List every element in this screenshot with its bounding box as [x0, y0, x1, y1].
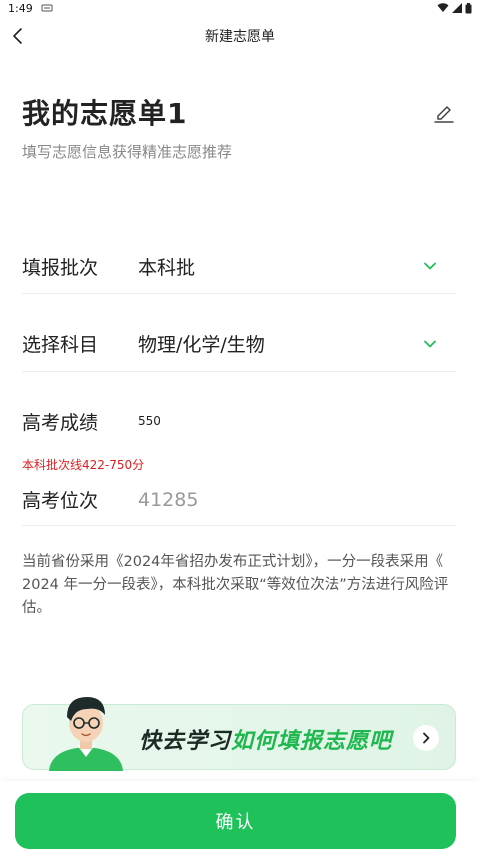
chevron-down-icon [418, 254, 442, 278]
back-arrow-icon [13, 28, 22, 44]
score-label: 高考成绩 [22, 411, 99, 434]
nav-title: 新建志愿单 [205, 29, 275, 45]
policy-notice: 当前省份采用《2024年省招办发布正式计划》，一分一段表采用《 2024 年一分… [22, 554, 449, 616]
edit-title-button[interactable] [430, 98, 458, 126]
banner-text-green: 如何填报志愿吧 [231, 729, 393, 754]
back-button[interactable] [4, 22, 32, 50]
status-right [437, 2, 472, 14]
subject-label: 选择科目 [22, 334, 99, 356]
confirm-button[interactable]: 确认 [15, 793, 456, 849]
learn-banner[interactable]: 快去学习如何填报志愿吧 [22, 697, 456, 771]
page-title: 我的志愿单1 [22, 97, 188, 130]
signal-icon [452, 3, 462, 13]
batch-value: 本科批 [138, 256, 196, 279]
banner-text-dark: 快去学习 [139, 729, 232, 754]
status-bar: 1:49 [0, 0, 480, 16]
wifi-icon [437, 3, 449, 12]
score-input[interactable]: 550 [138, 414, 456, 428]
subject-value: 物理/化学/生物 [138, 334, 265, 356]
status-time: 1:49 [8, 1, 33, 15]
score-range-hint: 本科批次线422-750分 [22, 458, 145, 472]
rank-label: 高考位次 [22, 490, 99, 512]
banner-arrow-button[interactable] [413, 725, 439, 751]
page-subtitle: 填写志愿信息获得精准志愿推荐 [22, 143, 233, 161]
notification-icon [41, 4, 53, 12]
score-field[interactable]: 高考成绩 550 [22, 395, 456, 447]
avatar-illustration [49, 697, 123, 771]
rank-field[interactable]: 高考位次 41285 [22, 474, 456, 526]
bottom-action-area: 确认 [0, 781, 480, 858]
chevron-down-icon [418, 332, 442, 356]
battery-icon [465, 2, 472, 13]
chevron-right-icon [423, 732, 430, 744]
edit-pencil-icon [434, 106, 454, 123]
banner-text: 快去学习如何填报志愿吧 [139, 723, 392, 755]
subject-select[interactable]: 选择科目 物理/化学/生物 [22, 316, 456, 372]
batch-select[interactable]: 填报批次 本科批 [22, 239, 456, 294]
rank-input[interactable]: 41285 [138, 489, 456, 511]
status-left: 1:49 [8, 2, 53, 15]
nav-bar: 新建志愿单 [0, 16, 480, 56]
title-row: 我的志愿单1 [22, 92, 458, 132]
batch-label: 填报批次 [22, 256, 99, 279]
